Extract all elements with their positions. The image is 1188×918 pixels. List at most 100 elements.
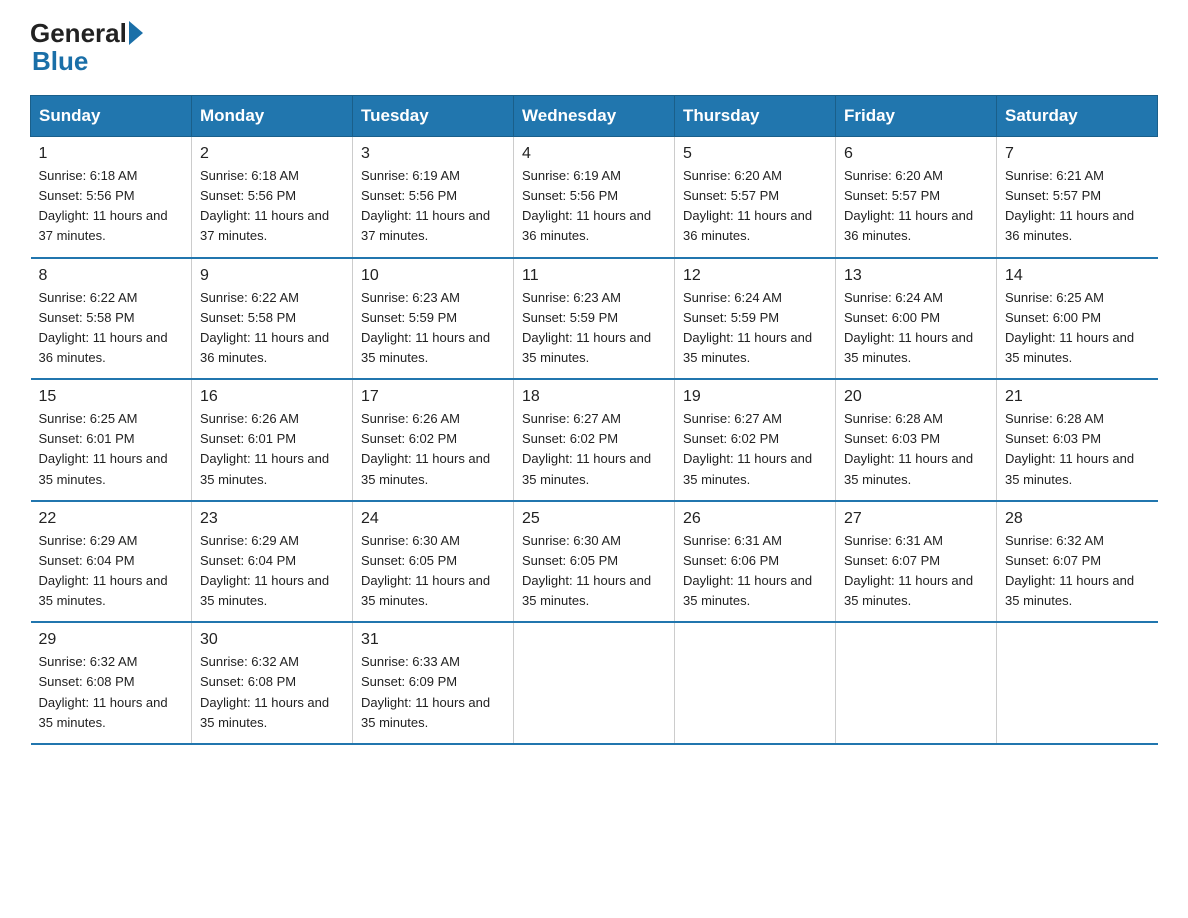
calendar-cell: 5Sunrise: 6:20 AMSunset: 5:57 PMDaylight…: [675, 137, 836, 258]
header-tuesday: Tuesday: [353, 96, 514, 137]
header-saturday: Saturday: [997, 96, 1158, 137]
calendar-cell: 22Sunrise: 6:29 AMSunset: 6:04 PMDayligh…: [31, 501, 192, 623]
day-info: Sunrise: 6:19 AMSunset: 5:56 PMDaylight:…: [522, 166, 666, 247]
calendar-cell: 11Sunrise: 6:23 AMSunset: 5:59 PMDayligh…: [514, 258, 675, 380]
day-number: 22: [39, 510, 184, 528]
day-number: 16: [200, 388, 344, 406]
calendar-cell: 30 Sunrise: 6:32 AMSunset: 6:08 PMDayligh…: [192, 622, 353, 744]
day-info: Sunrise: 6:20 AMSunset: 5:57 PMDaylight:…: [844, 166, 988, 247]
calendar-cell: 27 Sunrise: 6:31 AMSunset: 6:07 PMDayligh…: [836, 501, 997, 623]
calendar-cell: 26 Sunrise: 6:31 AMSunset: 6:06 PMDayligh…: [675, 501, 836, 623]
day-number: 29: [39, 631, 184, 649]
calendar-cell: 25Sunrise: 6:30 AMSunset: 6:05 PMDayligh…: [514, 501, 675, 623]
header-row: SundayMondayTuesdayWednesdayThursdayFrid…: [31, 96, 1158, 137]
calendar-cell: 4 Sunrise: 6:19 AMSunset: 5:56 PMDaylight…: [514, 137, 675, 258]
header-friday: Friday: [836, 96, 997, 137]
day-number: 23: [200, 510, 344, 528]
calendar-cell: 18 Sunrise: 6:27 AMSunset: 6:02 PMDayligh…: [514, 379, 675, 501]
calendar-cell: 3Sunrise: 6:19 AMSunset: 5:56 PMDaylight…: [353, 137, 514, 258]
day-info: Sunrise: 6:24 AMSunset: 5:59 PMDaylight:…: [683, 288, 827, 369]
day-number: 5: [683, 145, 827, 163]
calendar-cell: 6 Sunrise: 6:20 AMSunset: 5:57 PMDaylight…: [836, 137, 997, 258]
calendar-cell: 20 Sunrise: 6:28 AMSunset: 6:03 PMDayligh…: [836, 379, 997, 501]
day-info: Sunrise: 6:28 AMSunset: 6:03 PMDaylight:…: [844, 409, 988, 490]
day-info: Sunrise: 6:31 AMSunset: 6:06 PMDaylight:…: [683, 531, 827, 612]
calendar-cell: 10 Sunrise: 6:23 AMSunset: 5:59 PMDayligh…: [353, 258, 514, 380]
calendar-cell: 16 Sunrise: 6:26 AMSunset: 6:01 PMDayligh…: [192, 379, 353, 501]
day-number: 27: [844, 510, 988, 528]
day-info: Sunrise: 6:32 AMSunset: 6:08 PMDaylight:…: [200, 652, 344, 733]
day-number: 3: [361, 145, 505, 163]
day-info: Sunrise: 6:30 AMSunset: 6:05 PMDaylight:…: [522, 531, 666, 612]
day-info: Sunrise: 6:22 AMSunset: 5:58 PMDaylight:…: [200, 288, 344, 369]
calendar-table: SundayMondayTuesdayWednesdayThursdayFrid…: [30, 95, 1158, 745]
calendar-cell: 29 Sunrise: 6:32 AMSunset: 6:08 PMDayligh…: [31, 622, 192, 744]
day-number: 21: [1005, 388, 1150, 406]
calendar-cell: 24 Sunrise: 6:30 AMSunset: 6:05 PMDayligh…: [353, 501, 514, 623]
logo-triangle-icon: [129, 21, 143, 45]
header-monday: Monday: [192, 96, 353, 137]
calendar-cell: 7Sunrise: 6:21 AMSunset: 5:57 PMDaylight…: [997, 137, 1158, 258]
day-number: 8: [39, 267, 184, 285]
calendar-body: 1Sunrise: 6:18 AMSunset: 5:56 PMDaylight…: [31, 137, 1158, 744]
day-number: 9: [200, 267, 344, 285]
day-number: 2: [200, 145, 344, 163]
calendar-cell: 1Sunrise: 6:18 AMSunset: 5:56 PMDaylight…: [31, 137, 192, 258]
day-number: 30: [200, 631, 344, 649]
header-sunday: Sunday: [31, 96, 192, 137]
day-number: 26: [683, 510, 827, 528]
day-number: 24: [361, 510, 505, 528]
day-info: Sunrise: 6:25 AMSunset: 6:00 PMDaylight:…: [1005, 288, 1150, 369]
day-number: 15: [39, 388, 184, 406]
day-number: 18: [522, 388, 666, 406]
logo: General Blue: [30, 20, 145, 77]
header-wednesday: Wednesday: [514, 96, 675, 137]
calendar-cell: 2Sunrise: 6:18 AMSunset: 5:56 PMDaylight…: [192, 137, 353, 258]
day-info: Sunrise: 6:26 AMSunset: 6:02 PMDaylight:…: [361, 409, 505, 490]
day-number: 4: [522, 145, 666, 163]
day-info: Sunrise: 6:22 AMSunset: 5:58 PMDaylight:…: [39, 288, 184, 369]
week-row-3: 15Sunrise: 6:25 AMSunset: 6:01 PMDayligh…: [31, 379, 1158, 501]
page-header: General Blue: [30, 20, 1158, 77]
day-info: Sunrise: 6:23 AMSunset: 5:59 PMDaylight:…: [361, 288, 505, 369]
day-number: 28: [1005, 510, 1150, 528]
day-info: Sunrise: 6:29 AMSunset: 6:04 PMDaylight:…: [200, 531, 344, 612]
calendar-cell: [514, 622, 675, 744]
calendar-cell: 12Sunrise: 6:24 AMSunset: 5:59 PMDayligh…: [675, 258, 836, 380]
calendar-cell: [836, 622, 997, 744]
calendar-cell: [997, 622, 1158, 744]
day-number: 13: [844, 267, 988, 285]
day-info: Sunrise: 6:27 AMSunset: 6:02 PMDaylight:…: [522, 409, 666, 490]
logo-blue-text: Blue: [30, 46, 88, 76]
day-info: Sunrise: 6:24 AMSunset: 6:00 PMDaylight:…: [844, 288, 988, 369]
day-info: Sunrise: 6:33 AMSunset: 6:09 PMDaylight:…: [361, 652, 505, 733]
calendar-cell: 31 Sunrise: 6:33 AMSunset: 6:09 PMDayligh…: [353, 622, 514, 744]
day-number: 17: [361, 388, 505, 406]
calendar-cell: 14 Sunrise: 6:25 AMSunset: 6:00 PMDayligh…: [997, 258, 1158, 380]
day-info: Sunrise: 6:32 AMSunset: 6:07 PMDaylight:…: [1005, 531, 1150, 612]
calendar-cell: 23 Sunrise: 6:29 AMSunset: 6:04 PMDayligh…: [192, 501, 353, 623]
day-info: Sunrise: 6:30 AMSunset: 6:05 PMDaylight:…: [361, 531, 505, 612]
day-info: Sunrise: 6:23 AMSunset: 5:59 PMDaylight:…: [522, 288, 666, 369]
calendar-header: SundayMondayTuesdayWednesdayThursdayFrid…: [31, 96, 1158, 137]
day-info: Sunrise: 6:21 AMSunset: 5:57 PMDaylight:…: [1005, 166, 1150, 247]
calendar-cell: 21 Sunrise: 6:28 AMSunset: 6:03 PMDayligh…: [997, 379, 1158, 501]
day-number: 6: [844, 145, 988, 163]
day-info: Sunrise: 6:32 AMSunset: 6:08 PMDaylight:…: [39, 652, 184, 733]
day-number: 14: [1005, 267, 1150, 285]
calendar-cell: 15Sunrise: 6:25 AMSunset: 6:01 PMDayligh…: [31, 379, 192, 501]
day-info: Sunrise: 6:28 AMSunset: 6:03 PMDaylight:…: [1005, 409, 1150, 490]
calendar-cell: 28 Sunrise: 6:32 AMSunset: 6:07 PMDayligh…: [997, 501, 1158, 623]
day-number: 20: [844, 388, 988, 406]
day-info: Sunrise: 6:31 AMSunset: 6:07 PMDaylight:…: [844, 531, 988, 612]
day-info: Sunrise: 6:27 AMSunset: 6:02 PMDaylight:…: [683, 409, 827, 490]
logo-general-text: General: [30, 20, 127, 46]
header-thursday: Thursday: [675, 96, 836, 137]
day-info: Sunrise: 6:26 AMSunset: 6:01 PMDaylight:…: [200, 409, 344, 490]
week-row-2: 8 Sunrise: 6:22 AMSunset: 5:58 PMDaylight…: [31, 258, 1158, 380]
calendar-cell: 17 Sunrise: 6:26 AMSunset: 6:02 PMDayligh…: [353, 379, 514, 501]
day-number: 10: [361, 267, 505, 285]
week-row-1: 1Sunrise: 6:18 AMSunset: 5:56 PMDaylight…: [31, 137, 1158, 258]
day-info: Sunrise: 6:18 AMSunset: 5:56 PMDaylight:…: [39, 166, 184, 247]
day-number: 31: [361, 631, 505, 649]
